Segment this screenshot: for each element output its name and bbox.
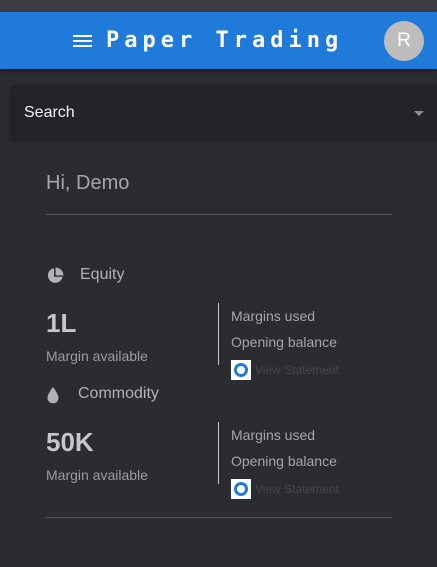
equity-margins-used-label: Margins used [231,308,316,324]
commodity-margins-used-label: Margins used [231,427,316,443]
commodity-view-statement-link[interactable]: View Statement [255,482,339,496]
commodity-margin-label: Margin available [46,467,148,483]
commodity-margin-value: 50K [46,427,94,457]
statement-icon [231,360,251,380]
pie-chart-icon [47,267,64,283]
equity-opening-balance-label: Opening balance [231,334,337,350]
top-strip [0,0,437,12]
avatar[interactable]: R [384,21,424,61]
app-frame: Paper Trading R Search Hi, Demo Equity 1… [0,0,437,567]
divider [46,517,392,518]
commodity-opening-balance-label: Opening balance [231,453,337,469]
segment-name-commodity: Commodity [78,385,159,402]
statement-icon [231,479,251,499]
caret-down-icon [414,111,424,116]
equity-view-statement-link[interactable]: View Statement [255,363,339,377]
dashboard-content: Hi, Demo Equity 1L Margin available Marg… [46,140,392,567]
search-select[interactable]: Search [10,85,437,140]
equity-margin-label: Margin available [46,348,148,364]
greeting: Hi, Demo [46,172,130,194]
drop-icon [47,387,59,404]
divider [46,214,392,215]
vertical-divider [218,422,219,484]
search-label: Search [24,104,75,121]
app-bar: Paper Trading R [0,12,437,69]
app-title: Paper Trading [106,28,344,53]
segment-name-equity: Equity [80,266,125,283]
menu-icon[interactable] [73,35,92,48]
vertical-divider [218,303,219,365]
equity-margin-value: 1L [46,308,77,338]
